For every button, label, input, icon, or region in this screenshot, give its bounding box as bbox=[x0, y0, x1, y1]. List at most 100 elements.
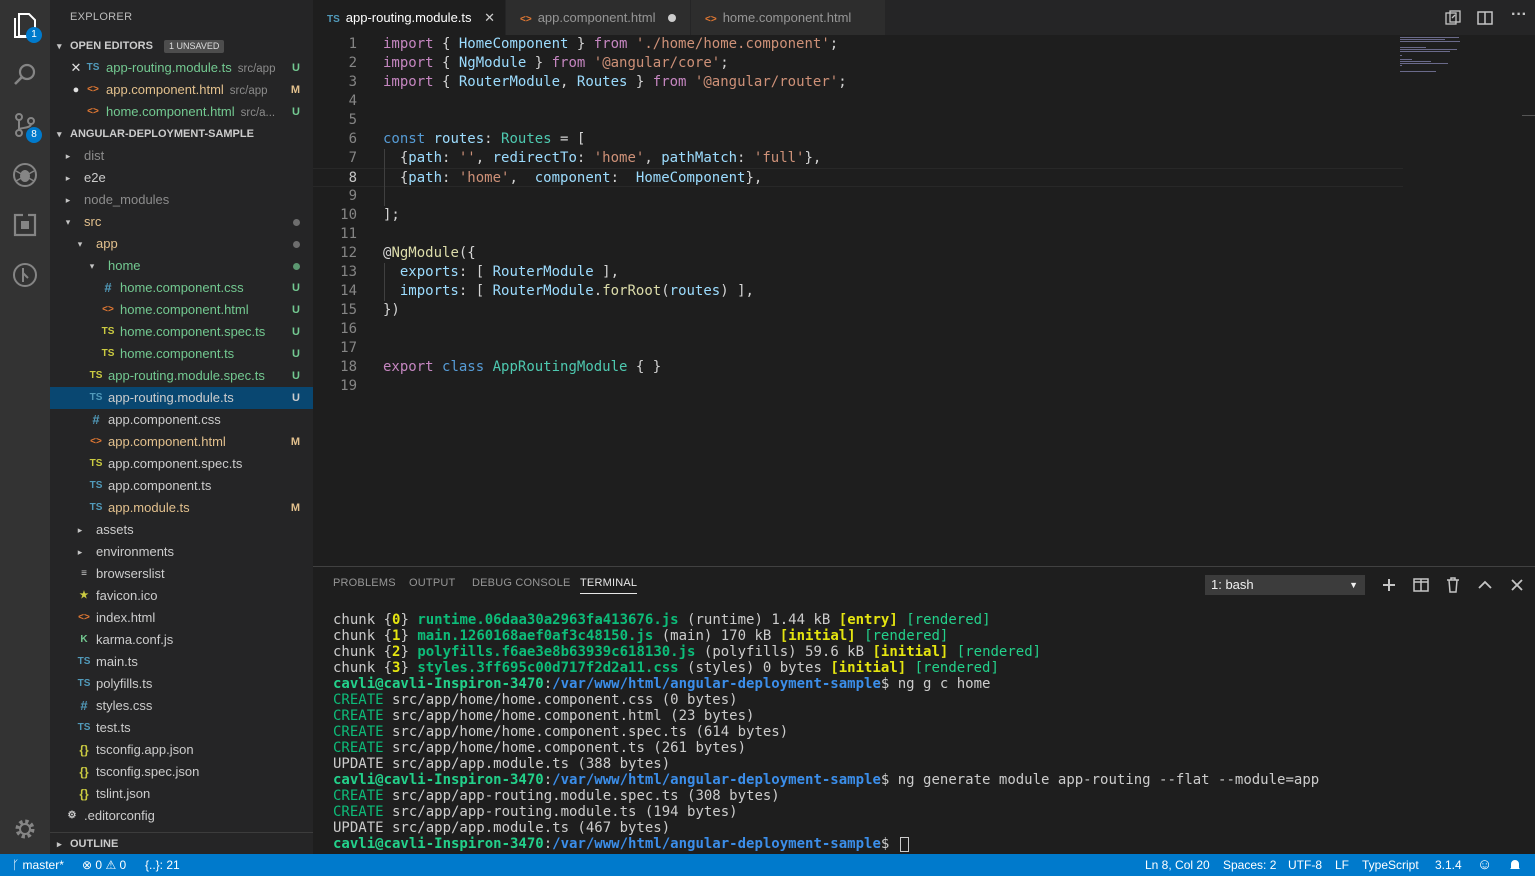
eol-status[interactable]: LF bbox=[1335, 854, 1349, 876]
panel-tab-debug-console[interactable]: DEBUG CONSOLE bbox=[472, 577, 571, 589]
open-editor-item[interactable]: ✕ TS app-routing.module.ts src/app U bbox=[50, 57, 313, 79]
split-terminal-icon[interactable] bbox=[1412, 576, 1430, 594]
code-token: Routes bbox=[501, 131, 552, 147]
tree-item-browserslist[interactable]: ≡ browserslist bbox=[50, 563, 313, 585]
tree-item-main-ts[interactable]: TS main.ts bbox=[50, 651, 313, 673]
tree-item-home-component-spec-ts[interactable]: TS home.component.spec.ts U bbox=[50, 321, 313, 343]
indentation-status[interactable]: Spaces: 2 bbox=[1223, 854, 1276, 876]
gitlens-activity-button[interactable] bbox=[0, 250, 50, 300]
bell-icon[interactable] bbox=[1508, 858, 1522, 872]
open-changes-icon[interactable] bbox=[1443, 8, 1463, 28]
branch-status[interactable]: ᚴ master* bbox=[12, 854, 64, 876]
panel-tab-output[interactable]: OUTPUT bbox=[409, 577, 455, 589]
tree-item-editorconfig[interactable]: ⚙ .editorconfig bbox=[50, 805, 313, 827]
close-icon[interactable]: ✕ bbox=[70, 57, 82, 79]
extensions-activity-button[interactable] bbox=[0, 200, 50, 250]
tree-item-polyfills-ts[interactable]: TS polyfills.ts bbox=[50, 673, 313, 695]
explorer-sidebar: EXPLORER ▾ OPEN EDITORS 1 UNSAVED ✕ TS app… bbox=[50, 0, 313, 854]
language-status[interactable]: TypeScript bbox=[1362, 854, 1419, 876]
trash-icon[interactable] bbox=[1444, 576, 1462, 594]
open-editors-header[interactable]: ▾ OPEN EDITORS 1 UNSAVED bbox=[50, 35, 313, 57]
tree-item-test-ts[interactable]: TS test.ts bbox=[50, 717, 313, 739]
chevron-right-icon[interactable]: ▸ bbox=[62, 145, 74, 167]
symbols-status[interactable]: {..}: 21 bbox=[145, 854, 180, 876]
chevron-right-icon[interactable]: ▸ bbox=[62, 167, 74, 189]
tree-item-assets[interactable]: ▸ assets bbox=[50, 519, 313, 541]
tree-item-karma-conf-js[interactable]: Kkarma.conf.js bbox=[50, 629, 313, 651]
minimap[interactable] bbox=[1400, 35, 1535, 566]
tree-item-home-component-ts[interactable]: TS home.component.ts U bbox=[50, 343, 313, 365]
line-number: 15 bbox=[340, 302, 357, 318]
tree-item-tsconfig-spec-json[interactable]: {} tsconfig.spec.json bbox=[50, 761, 313, 783]
chevron-right-icon[interactable]: ▸ bbox=[74, 541, 86, 563]
tree-item-app-routing-module-ts[interactable]: TS app-routing.module.ts U bbox=[50, 387, 313, 409]
tree-item-app-component-spec-ts[interactable]: TS app.component.spec.ts bbox=[50, 453, 313, 475]
outline-header[interactable]: ▸ OUTLINE bbox=[50, 832, 313, 854]
tree-item-app-module-ts[interactable]: TS app.module.ts M bbox=[50, 497, 313, 519]
chevron-down-icon[interactable]: ▾ bbox=[62, 211, 74, 233]
code-line: 17 bbox=[313, 339, 1403, 358]
debug-activity-button[interactable] bbox=[0, 150, 50, 200]
settings-activity-button[interactable] bbox=[0, 804, 50, 854]
encoding-status[interactable]: UTF-8 bbox=[1288, 854, 1322, 876]
tree-item-app[interactable]: ▾ app bbox=[50, 233, 313, 255]
chevron-down-icon[interactable]: ▾ bbox=[74, 233, 86, 255]
more-actions-icon[interactable]: ··· bbox=[1511, 6, 1531, 26]
minimap-line bbox=[1400, 49, 1458, 50]
tab-app-routing-module[interactable]: TS app-routing.module.ts ✕ bbox=[313, 0, 506, 35]
code-editor[interactable]: 1 import { HomeComponent } from './home/h… bbox=[313, 35, 1535, 566]
close-panel-icon[interactable] bbox=[1508, 576, 1526, 594]
tree-item-app-routing-module-spec-ts[interactable]: TS app-routing.module.spec.ts U bbox=[50, 365, 313, 387]
terminal-output[interactable]: chunk {0} runtime.06daa30a2963fa413676.j… bbox=[333, 612, 1319, 852]
feedback-smiley-icon[interactable]: ☺ bbox=[1477, 854, 1492, 876]
tree-item-styles-css[interactable]: # styles.css bbox=[50, 695, 313, 717]
tree-item-node-modules[interactable]: ▸ node_modules bbox=[50, 189, 313, 211]
terminal-select[interactable]: 1: bash ▼ bbox=[1205, 575, 1365, 595]
git-status-badge: U bbox=[292, 348, 300, 360]
maximize-panel-icon[interactable] bbox=[1476, 576, 1494, 594]
minimap-line bbox=[1400, 61, 1431, 62]
tree-item-dist[interactable]: ▸ dist bbox=[50, 145, 313, 167]
tree-item-tsconfig-app-json[interactable]: {} tsconfig.app.json bbox=[50, 739, 313, 761]
tree-item-app-component-html[interactable]: <> app.component.html M bbox=[50, 431, 313, 453]
tree-item-app-component-ts[interactable]: TS app.component.ts bbox=[50, 475, 313, 497]
new-terminal-icon[interactable] bbox=[1380, 576, 1398, 594]
search-activity-button[interactable] bbox=[0, 50, 50, 100]
split-editor-icon[interactable] bbox=[1475, 8, 1495, 28]
tree-item-environments[interactable]: ▸ environments bbox=[50, 541, 313, 563]
line-number: 8 bbox=[348, 170, 357, 186]
tab-app-component-html[interactable]: <> app.component.html bbox=[506, 0, 691, 35]
code-token: from bbox=[593, 36, 628, 52]
chevron-right-icon[interactable]: ▸ bbox=[74, 519, 86, 541]
line-number: 12 bbox=[340, 245, 357, 261]
unsaved-dot-icon[interactable] bbox=[668, 14, 676, 22]
project-header[interactable]: ▾ ANGULAR-DEPLOYMENT-SAMPLE bbox=[50, 123, 313, 145]
panel-tab-terminal[interactable]: TERMINAL bbox=[580, 577, 638, 594]
problems-status[interactable]: ⊗ 0 ⚠ 0 bbox=[82, 854, 126, 876]
tree-item-e2e[interactable]: ▸ e2e bbox=[50, 167, 313, 189]
tree-item-favicon-ico[interactable]: ★ favicon.ico bbox=[50, 585, 313, 607]
chevron-down-icon[interactable]: ▾ bbox=[86, 255, 98, 277]
ts-version-status[interactable]: 3.1.4 bbox=[1435, 854, 1462, 876]
tree-item-tslint-json[interactable]: {} tslint.json bbox=[50, 783, 313, 805]
code-token: import bbox=[383, 55, 434, 71]
unsaved-dot-icon[interactable]: ● bbox=[70, 79, 82, 101]
minimap-line bbox=[1400, 55, 1403, 56]
tree-item-home-component-html[interactable]: <> home.component.html U bbox=[50, 299, 313, 321]
tab-home-component-html[interactable]: <> home.component.html bbox=[691, 0, 886, 35]
tree-item-home[interactable]: ▾ home bbox=[50, 255, 313, 277]
source-control-activity-button[interactable]: 8 bbox=[0, 100, 50, 150]
minimap-line bbox=[1400, 51, 1450, 52]
cursor-position-status[interactable]: Ln 8, Col 20 bbox=[1145, 854, 1210, 876]
tree-item-home-component-css[interactable]: # home.component.css U bbox=[50, 277, 313, 299]
chevron-right-icon[interactable]: ▸ bbox=[62, 189, 74, 211]
explorer-activity-button[interactable]: 1 bbox=[0, 0, 50, 50]
open-editor-item[interactable]: ● <> app.component.html src/app M bbox=[50, 79, 313, 101]
panel-tab-problems[interactable]: PROBLEMS bbox=[333, 577, 396, 589]
open-editor-item[interactable]: <> home.component.html src/a... U bbox=[50, 101, 313, 123]
tree-item-src[interactable]: ▾ src bbox=[50, 211, 313, 233]
tree-item-app-component-css[interactable]: # app.component.css bbox=[50, 409, 313, 431]
tree-item-index-html[interactable]: <> index.html bbox=[50, 607, 313, 629]
close-icon[interactable]: ✕ bbox=[484, 0, 495, 35]
